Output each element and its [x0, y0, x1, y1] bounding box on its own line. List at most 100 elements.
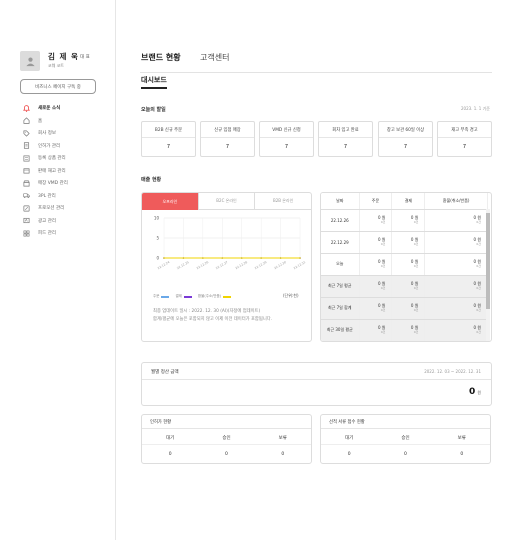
tab-offline[interactable]: 오프라인 — [142, 193, 198, 210]
table-row: 최근 7일 평균 0 원 0건 0 원 0건 0 원 0건 — [321, 275, 488, 298]
home-icon — [22, 117, 30, 124]
user-subtitle: 코웨 코트 — [48, 63, 64, 68]
header-divider — [140, 72, 492, 73]
count-value[interactable]: 0 — [321, 452, 377, 457]
stat-card[interactable]: 회차 입고 완료 7 — [318, 121, 373, 157]
sidebar-item-label: 프로모션 관리 — [38, 206, 65, 212]
unit-label: (단위:천) — [283, 293, 299, 298]
column-header: 날짜 — [321, 193, 360, 210]
sidebar-item-label: 등록 상품 관리 — [38, 156, 66, 162]
legend-item: 주문 — [153, 294, 171, 299]
stat-card[interactable]: VMD 신규 신청 7 — [259, 121, 314, 157]
y-tick-label: 10 — [154, 216, 160, 221]
x-tick-label: 22.12.30 — [273, 260, 287, 270]
sidebar-item-label: 새로운 소식 — [38, 106, 61, 112]
shipping-docs-title: 선적 서류 접수 현황 — [329, 420, 365, 425]
table-scrollbar[interactable] — [486, 209, 490, 341]
legend-item: 환불(주소/반품) — [198, 294, 233, 299]
column-header: 결제 — [391, 193, 426, 210]
sidebar-item-promotion[interactable]: 프로모션 관리 — [22, 202, 112, 215]
count-value[interactable]: 0 — [142, 452, 198, 457]
sidebar-item-vmd[interactable]: 매장 VMD 관리 — [22, 177, 112, 190]
ad-icon — [22, 217, 30, 224]
stat-card[interactable]: B2B 신규 주문 7 — [141, 121, 196, 157]
stat-label: 창고 보관 60일 이상 — [379, 122, 432, 138]
tab-brand-status[interactable]: 브랜드 현황 — [141, 52, 181, 63]
x-tick-label: 22.12.26 — [196, 260, 210, 270]
divider — [142, 444, 311, 445]
tab-b2b-online[interactable]: B2B 온라인 — [254, 193, 311, 210]
shipping-headers: 대기 승인 보류 — [321, 435, 490, 441]
user-name: 김 제 욱 — [48, 52, 79, 61]
stat-card[interactable]: 재고 부족 경고 7 — [437, 121, 492, 157]
license-status-panel: 인허가 현황 대기 승인 보류 0 0 0 — [141, 414, 312, 464]
tab-b2c-online[interactable]: B2C 온라인 — [197, 193, 255, 210]
legend-label: 주문 — [153, 294, 160, 298]
count-value[interactable]: 0 — [434, 452, 490, 457]
column-header: 환불(취소/반품) — [424, 193, 488, 210]
column-header: 보류 — [278, 436, 287, 441]
document-icon — [22, 142, 30, 149]
settlement-date-range: 2022. 12. 03 ~ 2022. 12. 31 — [424, 369, 481, 374]
sidebar-item-label: 홈 — [38, 118, 43, 124]
sidebar-item-ads[interactable]: 광고 관리 — [22, 215, 112, 228]
tag-icon — [22, 130, 30, 137]
x-tick-label: 22.12.29 — [254, 260, 268, 270]
stat-label: B2B 신규 주문 — [142, 122, 195, 138]
avatar[interactable] — [20, 51, 40, 71]
store-icon — [22, 180, 30, 187]
row-label: 22.12.26 — [321, 209, 360, 232]
data-point — [299, 257, 301, 259]
stat-label: 신규 입점 매장 — [201, 122, 254, 138]
settlement-amount-value: 0 — [469, 387, 476, 397]
sidebar-item-license[interactable]: 인허가 관리 — [22, 140, 112, 153]
sidebar-item-products[interactable]: 등록 상품 관리 — [22, 152, 112, 165]
stat-card[interactable]: 창고 보관 60일 이상 7 — [378, 121, 433, 157]
legend-label: 환불(주소/반품) — [197, 294, 222, 298]
sidebar-item-home[interactable]: 홈 — [22, 115, 112, 128]
feed-icon — [22, 230, 30, 237]
sidebar-item-inventory[interactable]: 판매 재고 관리 — [22, 165, 112, 178]
stat-card[interactable]: 신규 입점 매장 7 — [200, 121, 255, 157]
tab-customer-center[interactable]: 고객센터 — [200, 52, 229, 63]
tab-dashboard[interactable]: 대시보드 — [141, 75, 167, 89]
sidebar-item-company[interactable]: 회사 정보 — [22, 127, 112, 140]
notification-icon — [22, 104, 30, 112]
business-subscription-button[interactable]: 비즈니스 페이지 구독 중 — [20, 79, 96, 94]
divider — [142, 379, 491, 380]
count-value[interactable]: 0 — [255, 452, 311, 457]
cell-value: 0 원 0건 — [424, 319, 488, 341]
cell-value: 0 원 0건 — [359, 275, 393, 298]
truck-icon — [22, 192, 30, 199]
cell-value: 0 원 0건 — [391, 209, 426, 232]
table-row: 최근 7일 합계 0 원 0건 0 원 0건 0 원 0건 — [321, 297, 488, 320]
box-icon — [22, 167, 30, 174]
stat-value: 7 — [403, 144, 408, 150]
sales-table-panel: 날짜 주문 결제 환불(취소/반품) 22.12.26 0 원 0건 0 원 0건 … — [320, 192, 492, 342]
x-tick-label: 22.12.28 — [234, 260, 248, 270]
count-value[interactable]: 0 — [377, 452, 433, 457]
cell-value: 0 원 0건 — [391, 231, 426, 254]
sidebar-item-3pl[interactable]: 3PL 관리 — [22, 190, 112, 203]
table-row: 22.12.29 0 원 0건 0 원 0건 0 원 0건 — [321, 231, 488, 254]
legend-swatch — [161, 295, 170, 298]
row-label: 오늘 — [321, 253, 360, 276]
count-value[interactable]: 0 — [198, 452, 254, 457]
sidebar-item-label: 피드 관리 — [38, 231, 56, 237]
data-point — [182, 257, 185, 259]
sidebar-item-label: 3PL 관리 — [38, 193, 56, 199]
data-point — [221, 257, 224, 259]
row-label: 22.12.29 — [321, 231, 360, 254]
scrollbar-thumb[interactable] — [486, 213, 490, 309]
sidebar-item-feed[interactable]: 피드 관리 — [22, 227, 112, 240]
sidebar-item-label: 매장 VMD 관리 — [38, 181, 68, 187]
sidebar-item-news[interactable]: 새로운 소식 — [22, 102, 112, 115]
update-note: 최종 업데이트 일시 : 2022. 12. 30 (AI)(자정에 업데이트)… — [153, 308, 272, 324]
cell-value: 0 원 0건 — [391, 275, 426, 298]
license-values: 0 0 0 — [142, 452, 311, 457]
today-title: 오늘의 할일 — [141, 107, 166, 113]
today-date: 2023. 1. 1 기준 — [461, 106, 490, 111]
cell-value: 0 원 0건 — [391, 297, 426, 320]
y-tick-label: 5 — [156, 236, 159, 241]
update-note-line: 합계/평균에 오늘은 포함되지 않고 이제 이전 데이터가 포함됩니다. — [153, 317, 273, 322]
